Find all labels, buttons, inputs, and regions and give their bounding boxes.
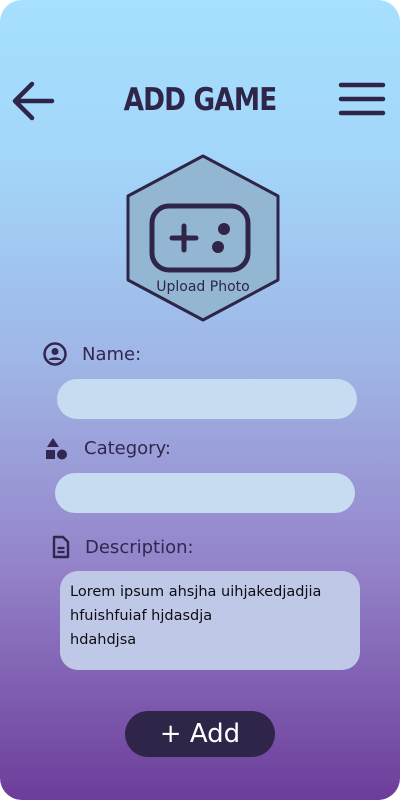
name-input[interactable]: [57, 379, 357, 419]
menu-button[interactable]: [338, 80, 386, 118]
page-title: ADD GAME: [123, 82, 278, 118]
upload-photo-label: Upload Photo: [156, 279, 250, 295]
add-game-screen: ADD GAME Upload Photo Name: Category: De…: [0, 0, 400, 800]
name-label: Name:: [82, 343, 142, 365]
description-label: Description:: [85, 536, 194, 558]
category-input[interactable]: [55, 473, 355, 513]
hamburger-menu-icon: [338, 82, 386, 116]
document-icon: [51, 534, 71, 560]
add-button[interactable]: + Add: [125, 711, 275, 757]
shapes-icon: [44, 435, 70, 461]
upload-photo-button[interactable]: Upload Photo: [121, 154, 285, 322]
category-label: Category:: [84, 437, 171, 459]
category-label-row: Category:: [44, 435, 171, 461]
description-textarea[interactable]: Lorem ipsum ahsjha uihjakedjadjia hfuish…: [60, 571, 360, 670]
description-label-row: Description:: [51, 534, 194, 560]
name-label-row: Name:: [42, 341, 141, 367]
user-circle-icon: [42, 341, 68, 367]
hexagon-frame: [126, 154, 280, 322]
